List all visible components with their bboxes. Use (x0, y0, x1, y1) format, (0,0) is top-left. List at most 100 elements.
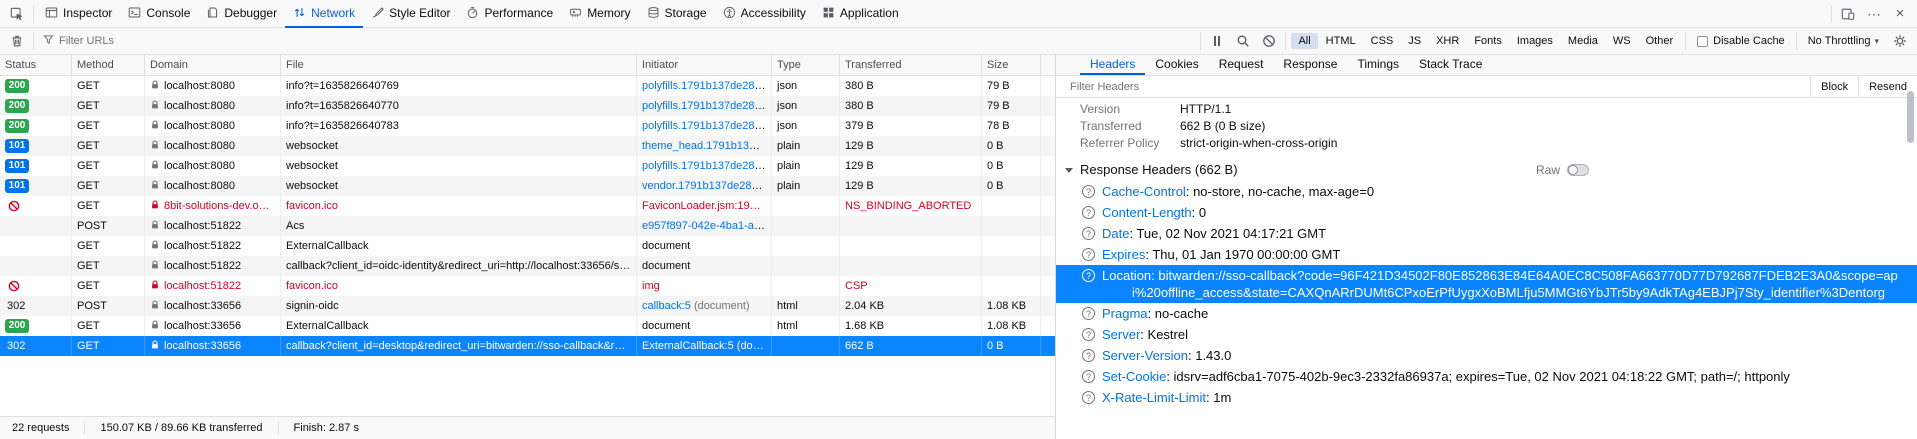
scrollbar-thumb[interactable] (1907, 91, 1914, 143)
initiator-text[interactable]: e957f897-042e-4ba1-aff1-… (642, 220, 772, 232)
column-header-type[interactable]: Type (772, 55, 840, 75)
throttling-dropdown[interactable]: No Throttling ▾ (1800, 35, 1887, 47)
initiator-text[interactable]: ExternalCallback:5 (642, 340, 734, 352)
response-header-row[interactable]: ?Set-Cookie: idsrv=adf6cba1-7075-402b-9e… (1056, 366, 1917, 387)
detail-tab-response[interactable]: Response (1273, 55, 1347, 75)
tool-tab-debugger[interactable]: Debugger (198, 0, 285, 28)
disable-cache-checkbox[interactable] (1697, 36, 1708, 47)
network-settings-button[interactable] (1887, 28, 1913, 54)
request-row[interactable]: 101GETlocalhost:8080websockettheme_head.… (0, 136, 1055, 156)
detail-tab-request[interactable]: Request (1209, 55, 1274, 75)
tool-tab-inspector[interactable]: Inspector (37, 0, 120, 28)
type-filter-all[interactable]: All (1291, 33, 1317, 49)
column-header-status[interactable]: Status (0, 55, 72, 75)
type-filter-fonts[interactable]: Fonts (1467, 33, 1509, 49)
search-button[interactable] (1230, 28, 1256, 54)
type-filter-css[interactable]: CSS (1364, 33, 1401, 49)
tool-tab-application[interactable]: Application (814, 0, 907, 28)
response-header-row[interactable]: ?Content-Length: 0 (1056, 202, 1917, 223)
type-filter-xhr[interactable]: XHR (1429, 33, 1466, 49)
column-header-size[interactable]: Size (982, 55, 1041, 75)
request-row[interactable]: 302POSTlocalhost:33656signin-oidccallbac… (0, 296, 1055, 316)
initiator-text[interactable]: vendor.1791b137de281b787… (642, 180, 772, 192)
request-row[interactable]: 200GETlocalhost:33656ExternalCallbackdoc… (0, 316, 1055, 336)
pause-traffic-button[interactable] (1204, 28, 1230, 54)
tool-tab-accessibility[interactable]: Accessibility (715, 0, 814, 28)
tool-tab-memory[interactable]: Memory (561, 0, 638, 28)
detail-tab-stack-trace[interactable]: Stack Trace (1409, 55, 1492, 75)
detail-tab-timings[interactable]: Timings (1347, 55, 1409, 75)
help-icon[interactable]: ? (1082, 206, 1095, 219)
help-icon[interactable]: ? (1082, 370, 1095, 383)
request-row[interactable]: GETlocalhost:51822callback?client_id=oid… (0, 256, 1055, 276)
help-icon[interactable]: ? (1082, 248, 1095, 261)
response-header-row[interactable]: ?Expires: Thu, 01 Jan 1970 00:00:00 GMT (1056, 244, 1917, 265)
response-header-row[interactable]: ?Location: bitwarden://sso-callback?code… (1056, 265, 1917, 303)
response-header-row[interactable]: ?Date: Tue, 02 Nov 2021 04:17:21 GMT (1056, 223, 1917, 244)
type-filter-html[interactable]: HTML (1319, 33, 1363, 49)
detail-tab-cookies[interactable]: Cookies (1145, 55, 1208, 75)
memory-icon (569, 6, 582, 19)
initiator-text[interactable]: polyfills.1791b137de281b787… (642, 120, 772, 132)
help-icon[interactable]: ? (1082, 307, 1095, 320)
response-header-row[interactable]: ?Server-Version: 1.43.0 (1056, 345, 1917, 366)
help-icon[interactable]: ? (1082, 227, 1095, 240)
initiator-text[interactable]: theme_head.1791b137de281… (642, 140, 772, 152)
help-icon[interactable]: ? (1082, 185, 1095, 198)
type-filter-js[interactable]: JS (1401, 33, 1428, 49)
initiator-text[interactable]: FaviconLoader.jsm:191 (img) (642, 200, 772, 212)
column-header-file[interactable]: File (281, 55, 637, 75)
request-row[interactable]: GET8bit-solutions-dev.onelogin…favicon.i… (0, 196, 1055, 216)
column-header-method[interactable]: Method (72, 55, 145, 75)
tool-tab-storage[interactable]: Storage (639, 0, 715, 28)
cell-status (0, 276, 72, 296)
response-headers-section[interactable]: Response Headers (662 B) Raw (1056, 159, 1917, 181)
storage-icon (647, 6, 660, 19)
filter-headers-input[interactable] (1056, 81, 1810, 93)
help-icon[interactable]: ? (1082, 391, 1095, 404)
request-row[interactable]: 200GETlocalhost:8080info?t=1635826640769… (0, 76, 1055, 96)
help-icon[interactable]: ? (1082, 269, 1095, 282)
type-filter-media[interactable]: Media (1561, 33, 1605, 49)
help-icon[interactable]: ? (1082, 328, 1095, 341)
response-header-row[interactable]: ?Pragma: no-cache (1056, 303, 1917, 324)
toolbox-menu-button[interactable]: ⋯ (1861, 1, 1887, 27)
tool-tab-console[interactable]: Console (120, 0, 198, 28)
help-icon[interactable]: ? (1082, 349, 1095, 362)
initiator-text[interactable]: polyfills.1791b137de281b787… (642, 80, 772, 92)
type-filter-images[interactable]: Images (1510, 33, 1560, 49)
pick-element-button[interactable] (4, 1, 30, 27)
response-header-row[interactable]: ?Cache-Control: no-store, no-cache, max-… (1056, 181, 1917, 202)
request-row[interactable]: GETlocalhost:51822favicon.icoimgCSP (0, 276, 1055, 296)
column-header-initiator[interactable]: Initiator (637, 55, 772, 75)
request-row[interactable]: 302GETlocalhost:33656callback?client_id=… (0, 336, 1055, 356)
type-filter-other[interactable]: Other (1639, 33, 1681, 49)
request-blocking-button[interactable] (1256, 28, 1282, 54)
request-row[interactable]: GETlocalhost:51822ExternalCallbackdocume… (0, 236, 1055, 256)
url-filter-input[interactable] (59, 35, 1191, 47)
initiator-text[interactable]: polyfills.1791b137de281b787… (642, 100, 772, 112)
column-header-domain[interactable]: Domain (145, 55, 281, 75)
responsive-design-button[interactable] (1835, 1, 1861, 27)
request-row[interactable]: 200GETlocalhost:8080info?t=1635826640783… (0, 116, 1055, 136)
type-filter-ws[interactable]: WS (1606, 33, 1638, 49)
raw-toggle[interactable] (1567, 164, 1589, 176)
disable-cache-toggle[interactable]: Disable Cache (1689, 35, 1793, 47)
request-row[interactable]: POSTlocalhost:51822Acse957f897-042e-4ba1… (0, 216, 1055, 236)
initiator-text[interactable]: polyfills.1791b137de281b787… (642, 160, 772, 172)
response-header-row[interactable]: ?X-Rate-Limit-Limit: 1m (1056, 387, 1917, 408)
detail-tab-headers[interactable]: Headers (1080, 55, 1145, 75)
request-row[interactable]: 200GETlocalhost:8080info?t=1635826640770… (0, 96, 1055, 116)
column-header-transferred[interactable]: Transferred (840, 55, 982, 75)
request-row[interactable]: 101GETlocalhost:8080websocketvendor.1791… (0, 176, 1055, 196)
response-header-row[interactable]: ?Server: Kestrel (1056, 324, 1917, 345)
request-row[interactable]: 101GETlocalhost:8080websocketpolyfills.1… (0, 156, 1055, 176)
tool-tab-style-editor[interactable]: Style Editor (363, 0, 458, 28)
block-button[interactable]: Block (1810, 76, 1858, 98)
tool-tab-network[interactable]: Network (285, 0, 363, 28)
close-devtools-button[interactable]: × (1887, 1, 1913, 27)
tool-tab-performance[interactable]: Performance (458, 0, 561, 28)
initiator-text[interactable]: callback:5 (642, 300, 691, 312)
summary-row: Transferred662 B (0 B size) (1056, 118, 1917, 135)
clear-requests-button[interactable] (4, 28, 30, 54)
